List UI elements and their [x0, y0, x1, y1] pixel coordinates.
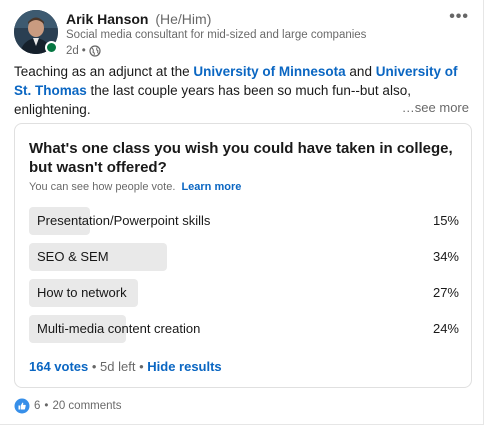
poll-option[interactable]: Presentation/Powerpoint skills 15% — [29, 207, 459, 235]
author-pronouns: (He/Him) — [155, 11, 212, 27]
social-separator: • — [44, 400, 49, 412]
presence-indicator — [45, 41, 58, 54]
poll-visibility-note: You can see how people vote. Learn more — [29, 180, 241, 194]
like-icon[interactable] — [14, 398, 30, 414]
poll-time-left: 5d left — [100, 359, 136, 374]
post-meta: 2d • — [66, 43, 429, 59]
poll-option[interactable]: How to network 27% — [29, 279, 459, 307]
footer-separator: • — [88, 359, 101, 374]
poll-question: What's one class you wish you could have… — [29, 140, 453, 176]
post-header: Arik Hanson (He/Him) Social media consul… — [14, 9, 469, 59]
author-headline: Social media consultant for mid-sized an… — [66, 29, 367, 41]
poll-option[interactable]: Multi-media content creation 24% — [29, 315, 459, 343]
see-more-button[interactable]: …see more — [402, 100, 469, 116]
author-name[interactable]: Arik Hanson — [66, 11, 148, 27]
poll-option-percent: 27% — [432, 285, 459, 300]
meta-separator: • — [81, 45, 86, 57]
social-counts: 6 • 20 comments — [14, 398, 121, 414]
poll-option-percent: 24% — [432, 321, 459, 336]
link-university-of-minnesota[interactable]: University of Minnesota — [193, 64, 345, 79]
hide-results-button[interactable]: Hide results — [147, 359, 221, 374]
visibility-text: You can see how people vote. — [29, 181, 176, 193]
author-info: Arik Hanson (He/Him) Social media consul… — [66, 10, 429, 59]
poll-option-label: SEO & SEM — [37, 249, 109, 264]
reactions-count[interactable]: 6 — [34, 399, 40, 413]
poll-option-label: How to network — [37, 285, 127, 300]
comments-count[interactable]: 20 comments — [52, 399, 121, 413]
poll-footer: 164 votes • 5d left • Hide results — [29, 359, 222, 375]
poll-options: Presentation/Powerpoint skills 15% SEO &… — [29, 207, 459, 351]
poll-option-label: Presentation/Powerpoint skills — [37, 213, 211, 228]
feed-post: Arik Hanson (He/Him) Social media consul… — [0, 0, 484, 425]
body-text-1: Teaching as an adjunct at the — [14, 64, 194, 79]
body-text-2: and — [345, 64, 376, 79]
footer-separator: • — [135, 359, 148, 374]
poll-option-label: Multi-media content creation — [37, 321, 201, 336]
globe-icon — [89, 45, 101, 57]
poll-option-percent: 15% — [432, 213, 459, 228]
votes-count-link[interactable]: 164 votes — [29, 359, 88, 374]
more-horizontal-icon[interactable]: ••• — [449, 9, 469, 25]
poll-card: What's one class you wish you could have… — [14, 123, 472, 388]
poll-option-percent: 34% — [432, 249, 459, 264]
learn-more-link[interactable]: Learn more — [181, 181, 241, 193]
post-time: 2d — [66, 45, 79, 57]
poll-option[interactable]: SEO & SEM 34% — [29, 243, 459, 271]
